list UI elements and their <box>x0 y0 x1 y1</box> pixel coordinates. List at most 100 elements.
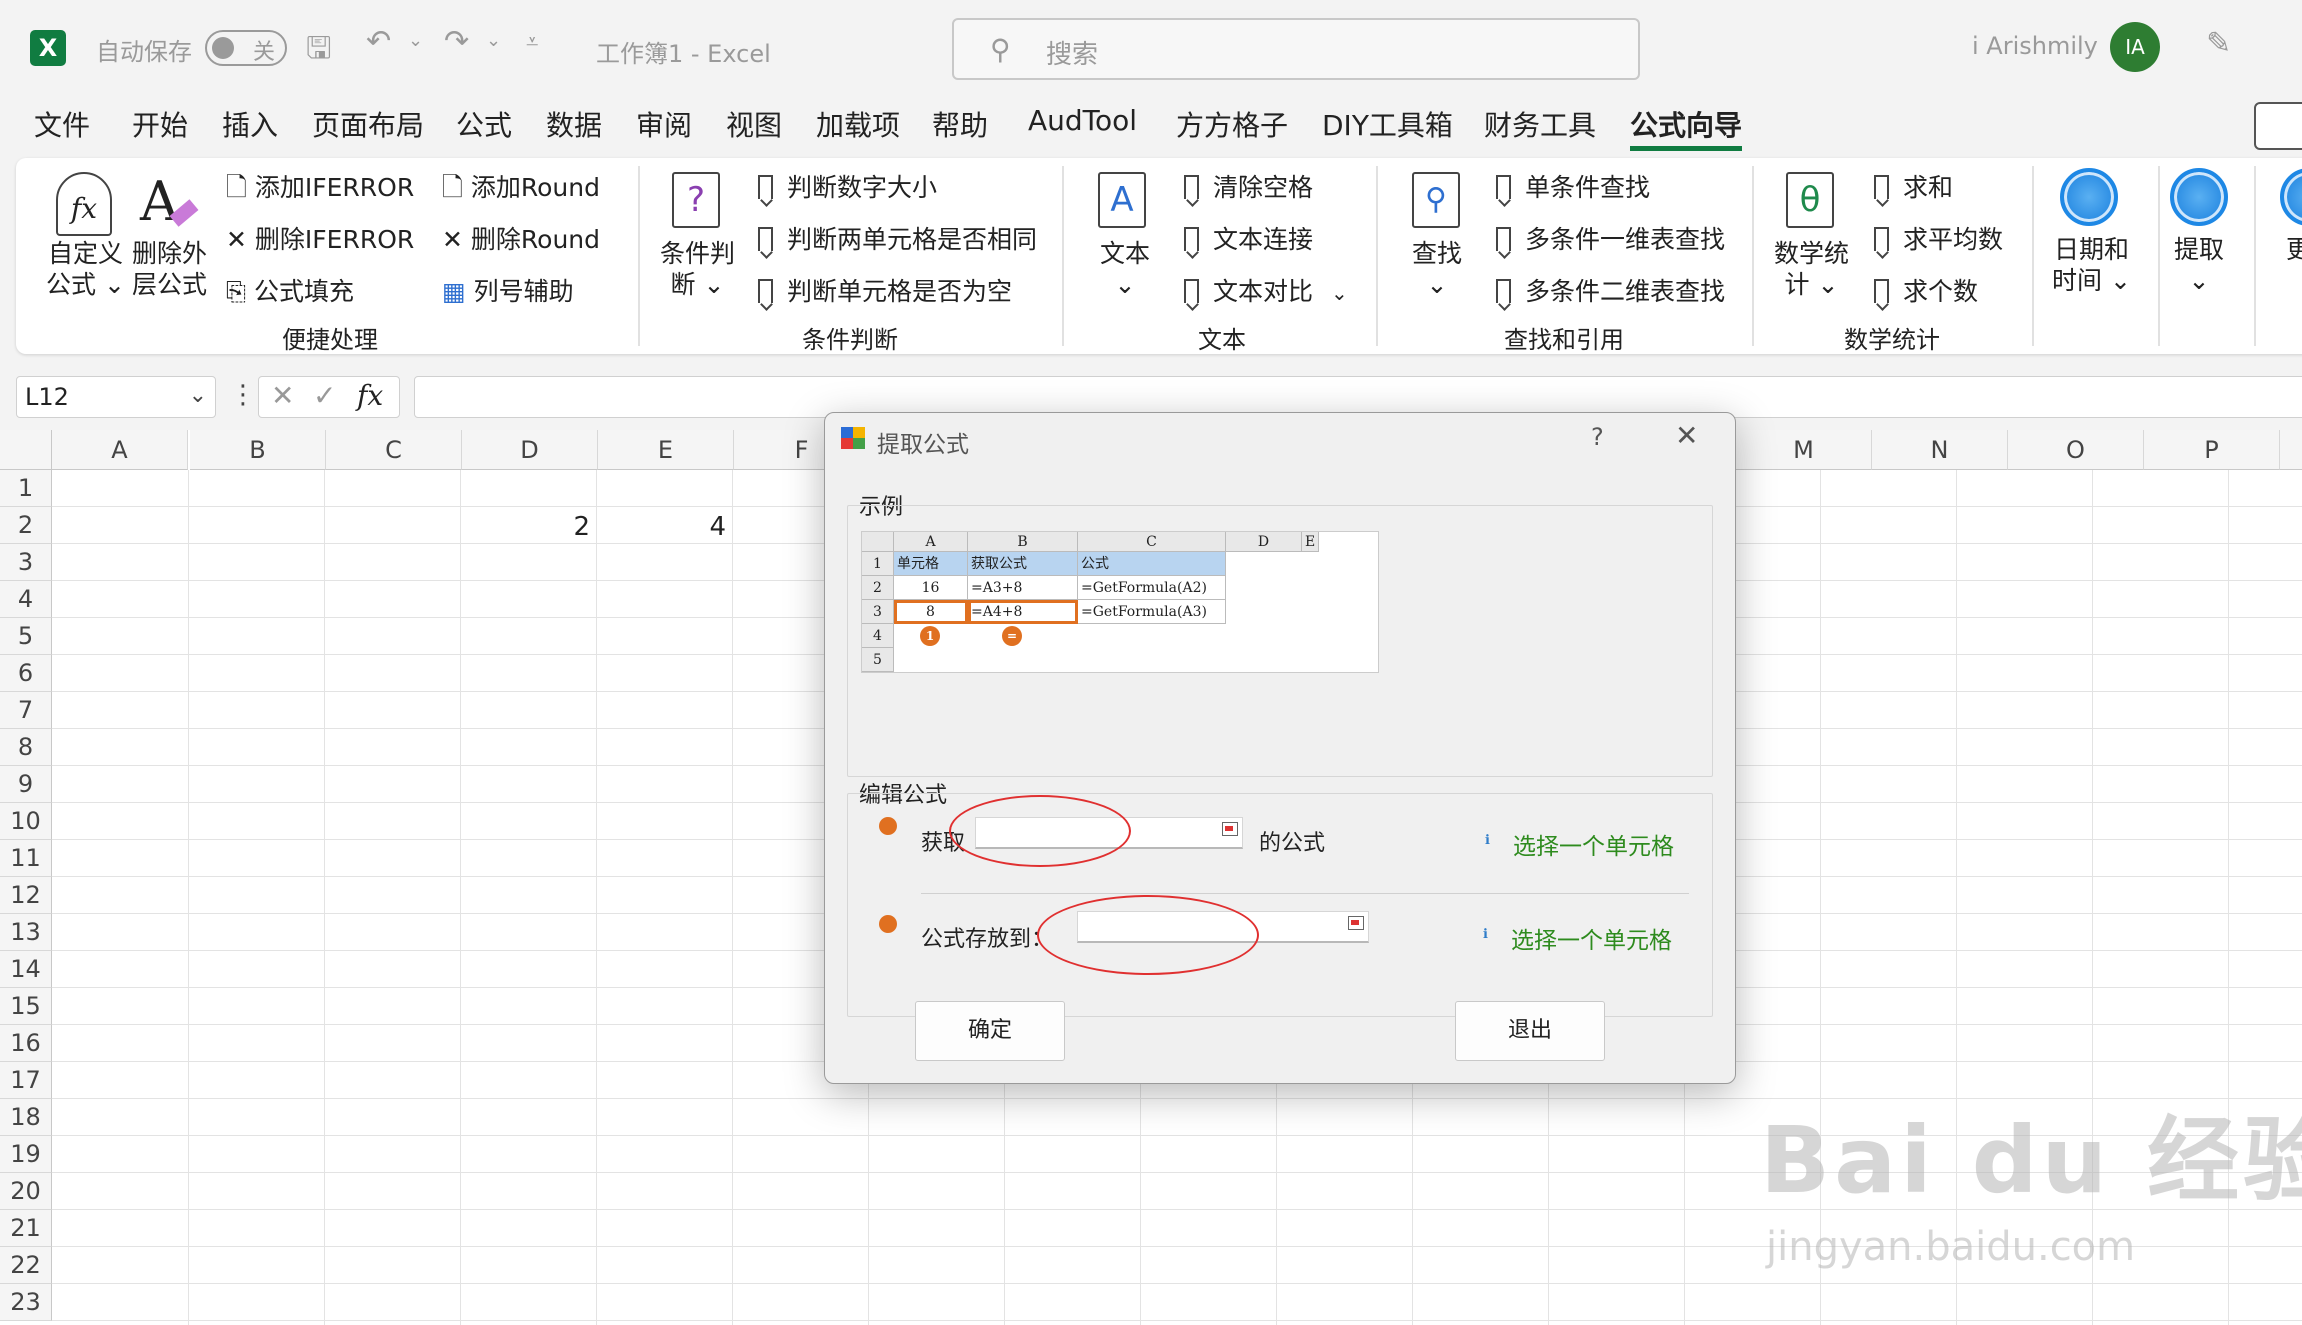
row-header[interactable]: 15 <box>0 988 52 1025</box>
help-button[interactable]: ? <box>1591 423 1604 451</box>
single-condition-find-button[interactable]: 单条件查找 <box>1496 172 1650 203</box>
row-header[interactable]: 23 <box>0 1284 52 1321</box>
cell-e2[interactable]: 4 <box>634 512 726 542</box>
text-a-icon[interactable]: A <box>1098 172 1146 228</box>
tab-formula-wizard[interactable]: 公式向导 <box>1630 104 1743 151</box>
tab-addins[interactable]: 加载项 <box>816 104 900 144</box>
select-cell-hint-1[interactable]: 选择一个单元格 <box>1513 827 1674 861</box>
column-header[interactable]: P <box>2144 430 2280 470</box>
formula-fill-button[interactable]: ⎘ 公式填充 <box>226 276 354 307</box>
row-header[interactable]: 4 <box>0 581 52 618</box>
row-header[interactable]: 18 <box>0 1099 52 1136</box>
column-header[interactable]: C <box>326 430 462 470</box>
range-picker-icon[interactable] <box>1222 822 1238 836</box>
row-header[interactable]: 19 <box>0 1136 52 1173</box>
pen-icon[interactable]: ✎ <box>2206 26 2231 61</box>
row-header[interactable]: 16 <box>0 1025 52 1062</box>
delete-iferror-button[interactable]: ✕ 删除IFERROR <box>226 224 414 255</box>
tab-audtool[interactable]: AudTool <box>1028 104 1137 137</box>
datetime-button[interactable]: 日期和 时间 ⌄ <box>2052 234 2131 297</box>
exit-button[interactable]: 退出 <box>1455 1001 1605 1061</box>
cancel-icon[interactable]: ✕ <box>271 379 294 412</box>
judge-number-size-button[interactable]: 判断数字大小 <box>758 172 937 203</box>
insert-function-icon[interactable]: fx <box>357 379 383 412</box>
math-stats-button[interactable]: 数学统 计 ⌄ <box>1774 238 1849 301</box>
tab-formulas[interactable]: 公式 <box>456 104 512 144</box>
delete-outer-formula-icon[interactable]: A <box>140 170 199 233</box>
search-box[interactable]: ⚲ 搜索 <box>952 18 1640 80</box>
tab-diy-toolbox[interactable]: DIY工具箱 <box>1322 104 1453 144</box>
average-button[interactable]: 求平均数 <box>1874 224 2003 255</box>
add-iferror-button[interactable]: 🗋 添加IFERROR <box>226 172 414 205</box>
select-all-corner[interactable] <box>0 430 52 470</box>
condition-button[interactable]: 条件判 断 ⌄ <box>660 238 735 301</box>
user-name[interactable]: i Arishmily <box>1972 32 2098 60</box>
column-header[interactable]: D <box>462 430 598 470</box>
condition-question-icon[interactable]: ? <box>672 172 720 228</box>
row-header[interactable]: 7 <box>0 692 52 729</box>
undo-icon[interactable]: ↶ <box>366 24 391 59</box>
row-header[interactable]: 14 <box>0 951 52 988</box>
autosave-toggle[interactable]: 关 <box>205 30 287 66</box>
tab-file[interactable]: 文件 <box>34 104 90 144</box>
count-button[interactable]: 求个数 <box>1874 276 1978 307</box>
row-header[interactable]: 17 <box>0 1062 52 1099</box>
tab-view[interactable]: 视图 <box>726 104 782 144</box>
tab-page-layout[interactable]: 页面布局 <box>312 104 424 144</box>
row-header[interactable]: 10 <box>0 803 52 840</box>
confirm-icon[interactable]: ✓ <box>313 379 336 412</box>
column-header[interactable]: N <box>1872 430 2008 470</box>
column-helper-button[interactable]: ▦ 列号辅助 <box>442 276 574 307</box>
row-header[interactable]: 2 <box>0 507 52 544</box>
column-header[interactable]: E <box>598 430 734 470</box>
save-icon[interactable]: 🖫 <box>306 26 332 77</box>
custom-formula-button[interactable]: 自定义 公式 ⌄ <box>46 238 125 301</box>
comments-button[interactable] <box>2254 102 2302 150</box>
custom-formula-icon[interactable]: fx <box>56 172 112 236</box>
extract-circle-icon[interactable] <box>2170 168 2228 226</box>
text-join-button[interactable]: 文本连接 <box>1184 224 1313 255</box>
redo-icon[interactable]: ↷ <box>444 24 469 59</box>
row-header[interactable]: 22 <box>0 1247 52 1284</box>
tab-insert[interactable]: 插入 <box>222 104 278 144</box>
column-header[interactable]: A <box>52 430 188 470</box>
close-icon[interactable]: ✕ <box>1675 419 1698 452</box>
text-button[interactable]: 文本 ⌄ <box>1100 238 1150 301</box>
more-button[interactable]: 更 <box>2286 234 2302 265</box>
column-header[interactable]: B <box>190 430 326 470</box>
row-header[interactable]: 21 <box>0 1210 52 1247</box>
column-header[interactable]: M <box>1736 430 1872 470</box>
row-header[interactable]: 6 <box>0 655 52 692</box>
multi-condition-2d-find-button[interactable]: 多条件二维表查找 <box>1496 276 1725 307</box>
more-options-icon[interactable]: ⋮ <box>230 380 256 410</box>
column-header[interactable]: O <box>2008 430 2144 470</box>
delete-outer-formula-button[interactable]: 删除外 层公式 <box>132 238 207 301</box>
delete-round-button[interactable]: ✕ 删除Round <box>442 224 600 255</box>
row-header[interactable]: 13 <box>0 914 52 951</box>
judge-two-cells-same-button[interactable]: 判断两单元格是否相同 <box>758 224 1037 255</box>
range-picker-icon[interactable] <box>1348 916 1364 930</box>
row-header[interactable]: 8 <box>0 729 52 766</box>
row-header[interactable]: 12 <box>0 877 52 914</box>
customize-qat-icon[interactable]: ⩡ <box>526 30 538 55</box>
cell-d2[interactable]: 2 <box>498 512 590 542</box>
tab-review[interactable]: 审阅 <box>636 104 692 144</box>
judge-cell-empty-button[interactable]: 判断单元格是否为空 <box>758 276 1012 307</box>
select-cell-hint-2[interactable]: 选择一个单元格 <box>1511 921 1672 955</box>
row-header[interactable]: 9 <box>0 766 52 803</box>
add-round-button[interactable]: 🗋 添加Round <box>442 172 600 205</box>
sum-button[interactable]: 求和 <box>1874 172 1953 203</box>
extract-button[interactable]: 提取 ⌄ <box>2174 234 2224 297</box>
name-box[interactable]: L12 ⌄ <box>16 376 216 418</box>
multi-condition-1d-find-button[interactable]: 多条件一维表查找 <box>1496 224 1725 255</box>
tab-data[interactable]: 数据 <box>546 104 602 144</box>
math-theta-icon[interactable]: θ <box>1786 172 1834 228</box>
find-magnifier-icon[interactable]: ⚲ <box>1412 172 1460 228</box>
undo-dropdown-icon[interactable]: ⌄ <box>408 30 423 51</box>
redo-dropdown-icon[interactable]: ⌄ <box>486 30 501 51</box>
column-header[interactable]: Q <box>2280 430 2302 470</box>
row-header[interactable]: 3 <box>0 544 52 581</box>
tab-help[interactable]: 帮助 <box>932 104 988 144</box>
tab-finance-tools[interactable]: 财务工具 <box>1484 104 1596 144</box>
row-header[interactable]: 20 <box>0 1173 52 1210</box>
